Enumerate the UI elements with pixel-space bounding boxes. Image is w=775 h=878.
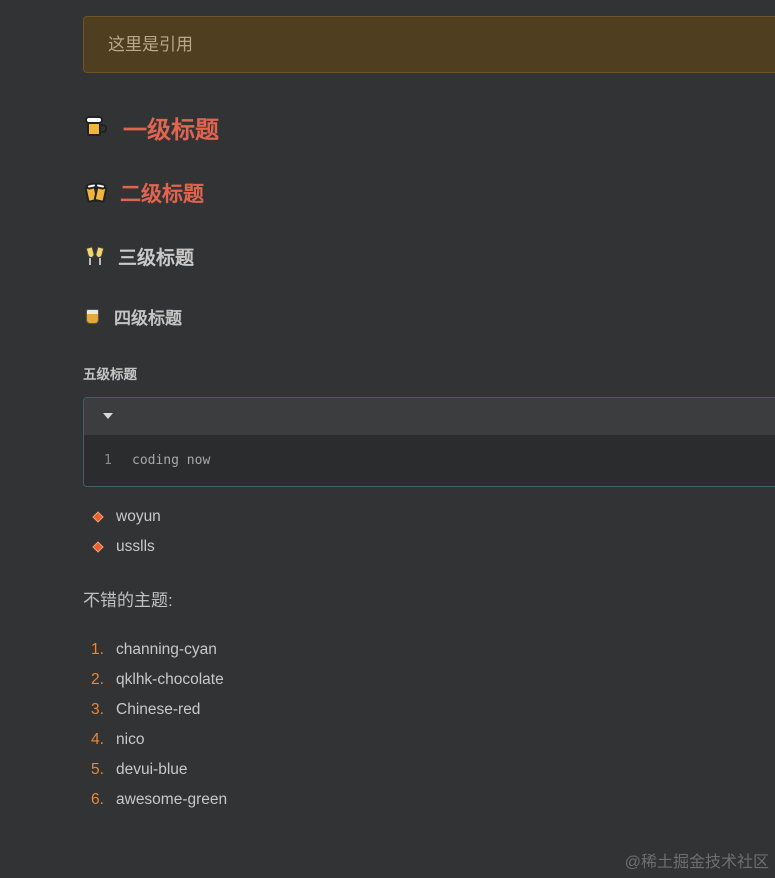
code-block-header: [84, 398, 775, 435]
list-number: 6.: [91, 791, 104, 808]
watermark: @稀土掘金技术社区: [624, 854, 769, 871]
code-block: 1 coding now: [83, 397, 775, 487]
list-number: 1.: [91, 641, 104, 658]
beer-mug-icon: [85, 116, 107, 138]
clinking-glasses-icon: [85, 246, 105, 266]
list-number: 4.: [91, 731, 104, 748]
heading-4-text: 四级标题: [114, 308, 182, 328]
heading-1: 一级标题: [83, 110, 219, 144]
blockquote: 这里是引用: [83, 16, 775, 73]
list-item-text: usslls: [116, 538, 155, 555]
list-item-text: devui-blue: [116, 761, 188, 778]
heading-3-text: 三级标题: [118, 247, 195, 269]
clinking-beer-mugs-icon: [84, 181, 108, 204]
list-item-text: qklhk-chocolate: [116, 671, 224, 688]
paragraph: 不错的主题:: [83, 591, 173, 610]
list-item-text: woyun: [116, 508, 161, 525]
heading-5-text: 五级标题: [83, 367, 137, 382]
line-number: 1: [104, 453, 112, 468]
heading-4: 四级标题: [83, 303, 182, 329]
heading-2: 二级标题: [83, 177, 204, 209]
list-number: 3.: [91, 701, 104, 718]
diamond-bullet-icon: [92, 511, 104, 523]
code-line-text: coding now: [132, 453, 211, 468]
blockquote-text: 这里是引用: [108, 35, 193, 54]
heading-1-text: 一级标题: [123, 116, 219, 144]
list-item-text: Chinese-red: [116, 701, 201, 718]
list-number: 5.: [91, 761, 104, 778]
heading-2-text: 二级标题: [120, 183, 204, 206]
list-item-text: channing-cyan: [116, 641, 217, 658]
tumbler-glass-icon: [85, 307, 100, 325]
collapse-caret-icon[interactable]: [103, 413, 113, 419]
heading-5: 五级标题: [83, 363, 137, 383]
list-number: 2.: [91, 671, 104, 688]
list-item-text: awesome-green: [116, 791, 228, 808]
list-item-text: nico: [116, 731, 145, 748]
heading-3: 三级标题: [83, 242, 194, 270]
diamond-bullet-icon: [92, 541, 104, 553]
